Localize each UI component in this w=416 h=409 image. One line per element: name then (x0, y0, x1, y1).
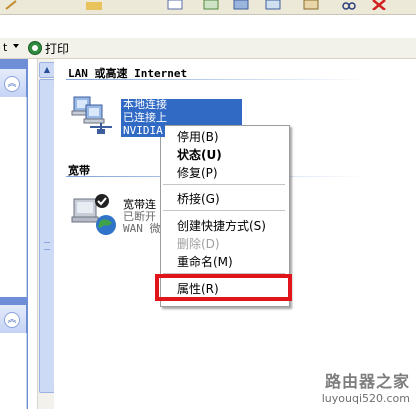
menu-item-bridge[interactable]: 桥接(G) (177, 192, 220, 206)
broadband-connection-device: WAN 微 (123, 222, 161, 235)
lan-connection-device[interactable]: NVIDIA (121, 125, 165, 137)
vertical-scrollbar[interactable]: ▲ (37, 59, 55, 409)
refresh-icon[interactable] (202, 0, 220, 10)
task-pane: ︽ ︽ (0, 59, 28, 409)
watermark-title: 路由器之家 (324, 372, 410, 391)
menu-separator (163, 210, 285, 211)
task-section-header-2[interactable]: ︽ (0, 305, 26, 333)
menu-item-status[interactable]: 状态(U) (177, 148, 222, 162)
print-icon (28, 41, 42, 55)
scroll-thumb[interactable] (39, 79, 55, 393)
menu-item-repair[interactable]: 修复(P) (177, 166, 218, 180)
paste-icon[interactable] (302, 0, 320, 10)
collapse-icon[interactable]: ︽ (4, 76, 20, 92)
scroll-grip-icon (44, 242, 50, 250)
watermark: 路由器之家 luyouqi520.com (322, 368, 410, 405)
cut-icon[interactable] (340, 0, 358, 10)
broadband-connection-name[interactable]: 宽带连 (123, 199, 156, 210)
broadband-connection-icon[interactable] (68, 193, 118, 237)
menu-item-create-shortcut[interactable]: 创建快捷方式(S) (177, 219, 266, 233)
menu-item-rename[interactable]: 重命名(M) (177, 255, 233, 269)
menu-item-disable[interactable]: 停用(B) (177, 130, 219, 144)
menu-separator (163, 184, 285, 185)
move-icon[interactable] (232, 0, 250, 10)
delete-icon[interactable] (370, 0, 388, 10)
lan-connection-name[interactable]: 本地连接 (121, 99, 169, 111)
lan-connection-status[interactable]: 已连接上 (121, 112, 169, 124)
views-icon[interactable] (166, 0, 184, 10)
print-button[interactable]: 打印 (28, 40, 69, 56)
task-section-header[interactable]: ︽ (0, 69, 26, 97)
menu-item-delete: 删除(D) (177, 237, 220, 251)
network-connection-icon[interactable] (68, 93, 118, 137)
watermark-url: luyouqi520.com (321, 392, 410, 405)
properties-highlight-box (155, 274, 292, 301)
folder-icon[interactable] (84, 0, 104, 10)
chevron-down-icon[interactable] (13, 44, 19, 48)
copy-icon[interactable] (264, 0, 282, 10)
task-section-body-2 (0, 333, 27, 409)
toolbar-fragment[interactable]: t (3, 41, 7, 54)
task-section-body (0, 97, 27, 297)
link-bar: t 打印 (0, 38, 416, 59)
toolbar (0, 0, 416, 15)
broadband-connection-status: 已断开 (123, 210, 156, 223)
lan-group-rule (66, 79, 366, 80)
edit-icon[interactable] (4, 0, 20, 10)
print-label: 打印 (45, 41, 70, 56)
collapse-icon-2[interactable]: ︽ (4, 312, 20, 328)
scroll-up-button[interactable]: ▲ (39, 62, 55, 78)
